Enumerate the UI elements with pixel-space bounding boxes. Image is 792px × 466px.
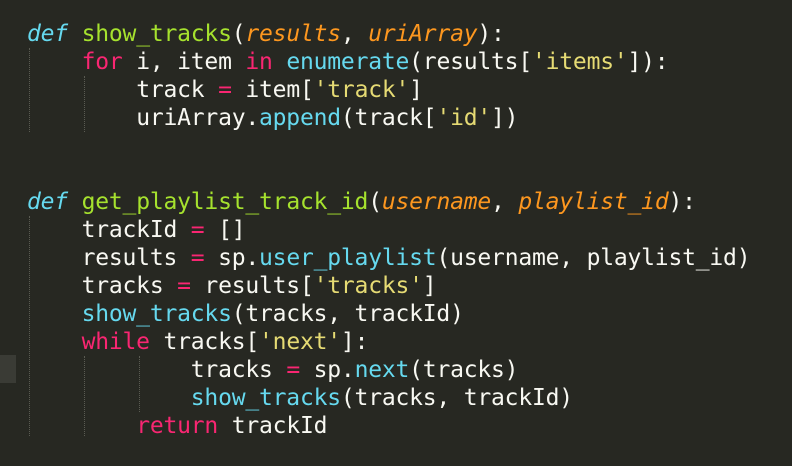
code-token: (tracks) bbox=[409, 357, 519, 383]
code-token: (results[ bbox=[409, 49, 532, 75]
code-token: ): bbox=[477, 21, 505, 47]
code-token: uriArray bbox=[368, 21, 478, 47]
code-token: , bbox=[491, 189, 519, 215]
code-token: ] bbox=[409, 77, 423, 103]
code-token: (tracks, trackId) bbox=[231, 301, 464, 327]
code-token: results bbox=[245, 21, 341, 47]
code-line[interactable]: show_tracks(tracks, trackId) bbox=[27, 300, 464, 328]
code-token: 'id' bbox=[436, 105, 492, 131]
code-token: results[ bbox=[190, 273, 314, 299]
code-token: trackId bbox=[218, 413, 328, 439]
code-token: in bbox=[245, 49, 273, 75]
code-token: next bbox=[354, 357, 410, 383]
code-token: show_tracks bbox=[81, 301, 232, 327]
code-token: 'track' bbox=[313, 77, 410, 103]
code-line[interactable]: while tracks['next']: bbox=[27, 328, 369, 356]
code-token: def bbox=[27, 21, 68, 47]
code-line[interactable]: tracks = sp.next(tracks) bbox=[27, 356, 519, 384]
code-token: sp. bbox=[204, 245, 260, 271]
code-token: append bbox=[259, 105, 341, 131]
code-token: ]): bbox=[627, 49, 669, 75]
code-token: enumerate bbox=[286, 49, 410, 75]
code-token: uriArray. bbox=[136, 105, 260, 131]
code-token: ): bbox=[668, 189, 696, 215]
code-token: item[ bbox=[231, 77, 314, 103]
code-line[interactable]: results = sp.user_playlist(username, pla… bbox=[27, 244, 751, 272]
code-token: (track[ bbox=[340, 105, 437, 131]
code-token: get_playlist_track_id bbox=[81, 189, 369, 215]
code-line[interactable]: trackId = [] bbox=[27, 216, 246, 244]
code-line[interactable]: show_tracks(tracks, trackId) bbox=[27, 384, 573, 412]
code-token: (username, playlist_id) bbox=[436, 245, 751, 271]
code-token: sp. bbox=[299, 357, 355, 383]
code-token: = bbox=[286, 357, 300, 383]
code-line[interactable]: track = item['track'] bbox=[27, 76, 423, 104]
code-token: results bbox=[81, 245, 191, 271]
code-token: i, item bbox=[122, 49, 246, 75]
code-token: ( bbox=[368, 189, 382, 215]
code-token: for bbox=[81, 49, 123, 75]
code-line[interactable]: tracks = results['tracks'] bbox=[27, 272, 437, 300]
code-token: 'tracks' bbox=[313, 273, 423, 299]
code-editor[interactable]: def show_tracks(results, uriArray): for … bbox=[0, 0, 792, 466]
code-token: , bbox=[340, 21, 369, 47]
code-token: return bbox=[136, 413, 219, 439]
code-token: = bbox=[190, 245, 205, 271]
code-token: = bbox=[190, 217, 205, 243]
code-token: 'next' bbox=[259, 329, 341, 355]
code-token: while bbox=[81, 329, 150, 355]
code-token: tracks bbox=[81, 273, 178, 299]
code-token: def bbox=[27, 189, 68, 215]
code-token: show_tracks bbox=[81, 21, 232, 47]
code-token: playlist_id bbox=[518, 189, 669, 215]
code-line[interactable]: return trackId bbox=[27, 412, 327, 440]
code-token: 'items' bbox=[531, 49, 628, 75]
code-token: = bbox=[218, 77, 232, 103]
code-line[interactable]: def show_tracks(results, uriArray): bbox=[27, 20, 505, 48]
code-token: tracks bbox=[190, 357, 287, 383]
code-token: = bbox=[177, 273, 191, 299]
code-token: ] bbox=[422, 273, 437, 299]
code-token: tracks[ bbox=[149, 329, 260, 355]
code-token: show_tracks bbox=[190, 385, 341, 411]
code-token: track bbox=[136, 77, 219, 103]
code-token: user_playlist bbox=[259, 245, 437, 271]
code-token: ( bbox=[231, 21, 246, 47]
code-token: (tracks, trackId) bbox=[340, 385, 573, 411]
code-token: ]) bbox=[491, 105, 519, 131]
code-line[interactable]: uriArray.append(track['id']) bbox=[27, 104, 518, 132]
code-token: username bbox=[381, 189, 492, 215]
code-token: ]: bbox=[340, 329, 369, 355]
code-line[interactable]: def get_playlist_track_id(username, play… bbox=[27, 188, 696, 216]
code-token: [] bbox=[204, 217, 246, 243]
code-line[interactable]: for i, item in enumerate(results['items'… bbox=[27, 48, 669, 76]
code-token: trackId bbox=[81, 217, 191, 243]
current-line-gutter-marker bbox=[0, 355, 16, 383]
